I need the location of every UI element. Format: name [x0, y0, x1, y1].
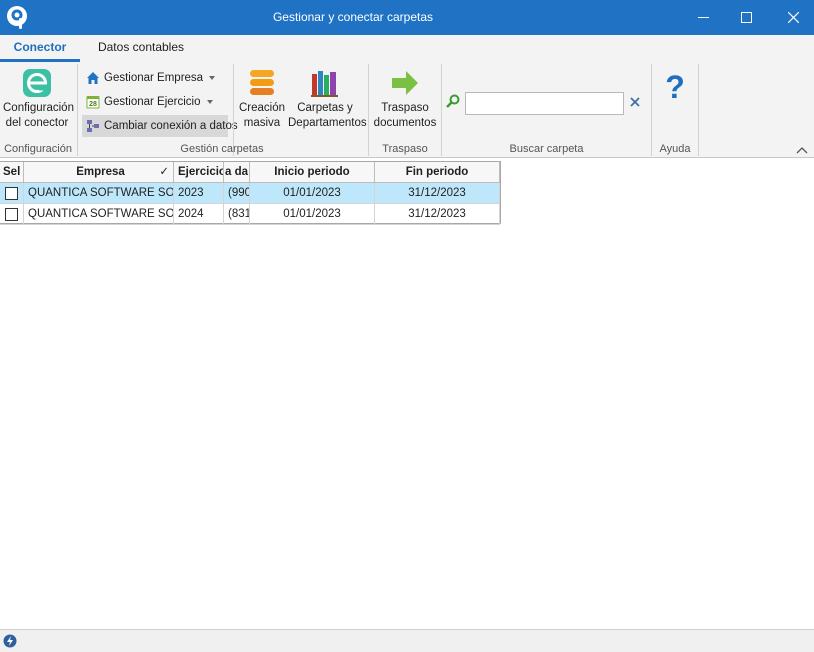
tab-datos-contables[interactable]: Datos contables [90, 35, 192, 62]
empresa-cell: QUANTICA SOFTWARE SOLUTIONS [24, 204, 174, 225]
row-select-cell [0, 204, 24, 225]
header-fin-periodo[interactable]: Fin periodo [375, 162, 500, 183]
svg-text:?: ? [665, 70, 685, 102]
gestionar-ejercicio-button[interactable]: 28 Gestionar Ejercicio [82, 91, 228, 113]
configuracion-conector-button[interactable]: Configuración del conector [3, 68, 74, 131]
network-icon [87, 119, 99, 132]
clear-search-icon[interactable] [630, 97, 640, 107]
fecha-datos-cell: (831 [224, 204, 250, 225]
ribbon: Configuración del conector Configuración… [0, 62, 814, 158]
window-title: Gestionar y conectar carpetas [272, 10, 434, 24]
close-button[interactable] [770, 0, 814, 35]
inicio-periodo-cell: 01/01/2023 [250, 204, 375, 225]
carpetas-departamentos-button[interactable]: Carpetas y Departamentos [288, 68, 367, 131]
cambiar-conexion-button[interactable]: Cambiar conexión a datos [82, 115, 238, 137]
status-bar [0, 629, 814, 652]
traspaso-documentos-button[interactable]: Traspaso documentos [373, 68, 437, 131]
creacion-masiva-button[interactable]: Creación masiva [238, 68, 286, 131]
header-sel[interactable]: Sel [0, 162, 24, 183]
traspaso-line2: documentos [373, 117, 437, 129]
home-icon [87, 71, 99, 84]
fin-periodo-cell: 31/12/2023 [375, 183, 500, 204]
title-bar: Gestionar y conectar carpetas [0, 0, 814, 35]
configuracion-line2: del conector [5, 117, 69, 129]
group-label-gestion: Gestión carpetas [180, 143, 264, 155]
row-checkbox[interactable] [5, 208, 18, 221]
inicio-periodo-cell: 01/01/2023 [250, 183, 375, 204]
maximize-icon [740, 12, 752, 23]
maximize-button[interactable] [723, 0, 769, 35]
header-empresa-label: Empresa [76, 166, 125, 178]
gestionar-ejercicio-label: Gestionar Ejercicio [104, 96, 201, 108]
group-label-ayuda: Ayuda [659, 143, 691, 155]
arrow-right-icon [392, 71, 418, 95]
fin-periodo-cell: 31/12/2023 [375, 204, 500, 225]
cambiar-conexion-label: Cambiar conexión a datos [104, 120, 238, 132]
header-empresa[interactable]: Empresa ✓ [24, 162, 174, 183]
help-icon: ? [665, 69, 685, 105]
calendar-icon: 28 [86, 95, 100, 109]
traspaso-line1: Traspaso [381, 102, 429, 114]
row-select-cell [0, 183, 24, 204]
folders-grid: Sel Empresa ✓ Ejercicio a da Inicio peri… [0, 161, 501, 225]
creacion-masiva-line2: masiva [243, 117, 281, 129]
row-checkbox[interactable] [5, 187, 18, 200]
header-ejercicio[interactable]: Ejercicio [174, 162, 224, 183]
tab-conector[interactable]: Conector [0, 35, 80, 62]
header-inicio-periodo[interactable]: Inicio periodo [250, 162, 375, 183]
table-row[interactable]: QUANTICA SOFTWARE SOLUTIONS 2023 (990 01… [0, 183, 500, 204]
table-row[interactable]: QUANTICA SOFTWARE SOLUTIONS 2024 (831 01… [0, 204, 500, 225]
group-label-configuracion: Configuración [4, 143, 72, 155]
calendar-day: 28 [89, 101, 97, 108]
grid-header-row: Sel Empresa ✓ Ejercicio a da Inicio peri… [0, 162, 500, 183]
collapse-ribbon-icon[interactable] [796, 146, 808, 154]
header-fecha-datos[interactable]: a da [224, 162, 250, 183]
close-icon [787, 12, 799, 23]
empresa-cell: QUANTICA SOFTWARE SOLUTIONS [24, 183, 174, 204]
help-button[interactable]: ? [658, 69, 692, 107]
ejercicio-cell: 2023 [174, 183, 224, 204]
carpetas-departamentos-line2: Departamentos [288, 117, 367, 129]
creacion-masiva-line1: Creación [238, 102, 286, 114]
carpetas-departamentos-line1: Carpetas y [297, 102, 353, 114]
search-input[interactable] [465, 92, 624, 115]
ribbon-tabs: Conector Datos contables [0, 35, 814, 62]
group-label-buscar: Buscar carpeta [509, 143, 584, 155]
books-icon [311, 71, 338, 97]
connection-status-icon[interactable] [3, 634, 17, 648]
filter-check-icon[interactable]: ✓ [159, 162, 169, 182]
connector-e-icon [23, 69, 51, 97]
chevron-down-icon [206, 99, 213, 104]
group-label-traspaso: Traspaso [382, 143, 428, 155]
fecha-datos-cell: (990 [224, 183, 250, 204]
group-divider [698, 64, 699, 156]
minimize-icon [697, 17, 709, 18]
minimize-button[interactable] [680, 0, 726, 35]
stack-icon [250, 70, 274, 95]
search-icon [446, 94, 460, 108]
configuracion-line1: Configuración [3, 102, 74, 114]
gestionar-empresa-button[interactable]: Gestionar Empresa [82, 67, 228, 89]
chevron-down-icon [209, 75, 216, 80]
gestionar-empresa-label: Gestionar Empresa [104, 72, 204, 84]
ejercicio-cell: 2024 [174, 204, 224, 225]
